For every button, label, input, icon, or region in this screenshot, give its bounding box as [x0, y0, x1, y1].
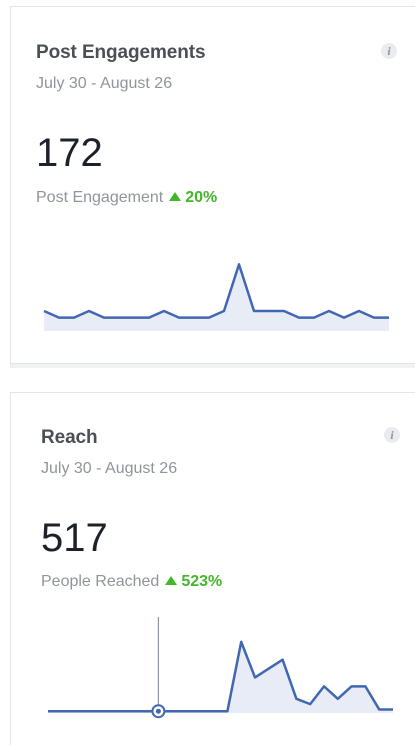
date-range: July 30 - August 26: [36, 75, 173, 92]
info-icon[interactable]: i: [381, 43, 397, 59]
sparkline-point[interactable]: [282, 309, 286, 313]
sparkline-point[interactable]: [357, 309, 361, 313]
sparkline-point[interactable]: [267, 667, 271, 671]
card-divider: [0, 364, 415, 392]
sparkline-point[interactable]: [237, 262, 241, 266]
sparkline-chart[interactable]: [46, 617, 395, 719]
sparkline-point[interactable]: [101, 709, 105, 713]
metric-label: Post Engagement: [36, 189, 164, 206]
trend-up-icon: [169, 192, 182, 201]
sparkline-point[interactable]: [117, 316, 121, 320]
sparkline-point[interactable]: [387, 316, 391, 320]
trend-up-icon: [165, 576, 178, 585]
sparkline-point[interactable]: [297, 316, 301, 320]
sparkline-point[interactable]: [57, 316, 61, 320]
sparkline-point[interactable]: [87, 709, 91, 713]
reach-card: Reach July 30 - August 26 i 517 People R…: [10, 392, 415, 745]
date-range: July 30 - August 26: [41, 460, 178, 477]
sparkline-point[interactable]: [115, 709, 119, 713]
sparkline-point[interactable]: [281, 658, 285, 662]
sparkline-point[interactable]: [147, 316, 151, 320]
change-percent: 20%: [185, 189, 218, 206]
sparkline-point[interactable]: [336, 697, 340, 701]
metric-label-row: Post Engagement 20%: [36, 189, 217, 207]
sparkline-area: [48, 641, 393, 713]
sparkline-point[interactable]: [350, 684, 354, 688]
highlight-point-dot: [155, 708, 161, 714]
sparkline-point[interactable]: [46, 709, 50, 713]
post-engagements-card: Post Engagements July 30 - August 26 i 1…: [10, 6, 415, 364]
metric-label: People Reached: [41, 573, 160, 590]
sparkline-point[interactable]: [372, 316, 376, 320]
change-percent: 523%: [181, 573, 223, 590]
sparkline-point[interactable]: [143, 709, 147, 713]
sparkline-point[interactable]: [207, 316, 211, 320]
sparkline-point[interactable]: [177, 316, 181, 320]
sparkline-point[interactable]: [170, 709, 174, 713]
card-title: Reach: [41, 427, 98, 448]
sparkline-point[interactable]: [162, 309, 166, 313]
card-title: Post Engagements: [36, 42, 206, 63]
metric-value: 172: [36, 131, 103, 175]
sparkline-point[interactable]: [192, 316, 196, 320]
sparkline-point[interactable]: [184, 709, 188, 713]
sparkline-point[interactable]: [132, 316, 136, 320]
sparkline-point[interactable]: [212, 709, 216, 713]
sparkline-point[interactable]: [391, 707, 395, 711]
sparkline-point[interactable]: [102, 316, 106, 320]
sparkline-point[interactable]: [72, 316, 76, 320]
sparkline-point[interactable]: [327, 309, 331, 313]
metric-label-row: People Reached 523%: [41, 573, 222, 591]
sparkline-point[interactable]: [42, 309, 46, 313]
sparkline-point[interactable]: [129, 709, 133, 713]
sparkline-point[interactable]: [363, 684, 367, 688]
sparkline-point[interactable]: [239, 640, 243, 644]
sparkline-line: [43, 263, 389, 319]
sparkline-chart[interactable]: [42, 245, 391, 335]
sparkline-area: [44, 264, 389, 331]
sparkline-point[interactable]: [252, 309, 256, 313]
sparkline-point[interactable]: [322, 684, 326, 688]
sparkline-point[interactable]: [312, 316, 316, 320]
sparkline-point[interactable]: [253, 675, 257, 679]
sparkline-point[interactable]: [308, 702, 312, 706]
sparkline-point[interactable]: [342, 316, 346, 320]
sparkline-point[interactable]: [74, 709, 78, 713]
sparkline-point[interactable]: [225, 709, 229, 713]
metric-value: 517: [41, 516, 108, 560]
sparkline-point[interactable]: [87, 309, 91, 313]
sparkline-point[interactable]: [60, 709, 64, 713]
info-icon[interactable]: i: [384, 427, 400, 443]
sparkline-point[interactable]: [198, 709, 202, 713]
sparkline-point[interactable]: [267, 309, 271, 313]
sparkline-point[interactable]: [377, 707, 381, 711]
sparkline-point[interactable]: [294, 697, 298, 701]
sparkline-point[interactable]: [222, 309, 226, 313]
